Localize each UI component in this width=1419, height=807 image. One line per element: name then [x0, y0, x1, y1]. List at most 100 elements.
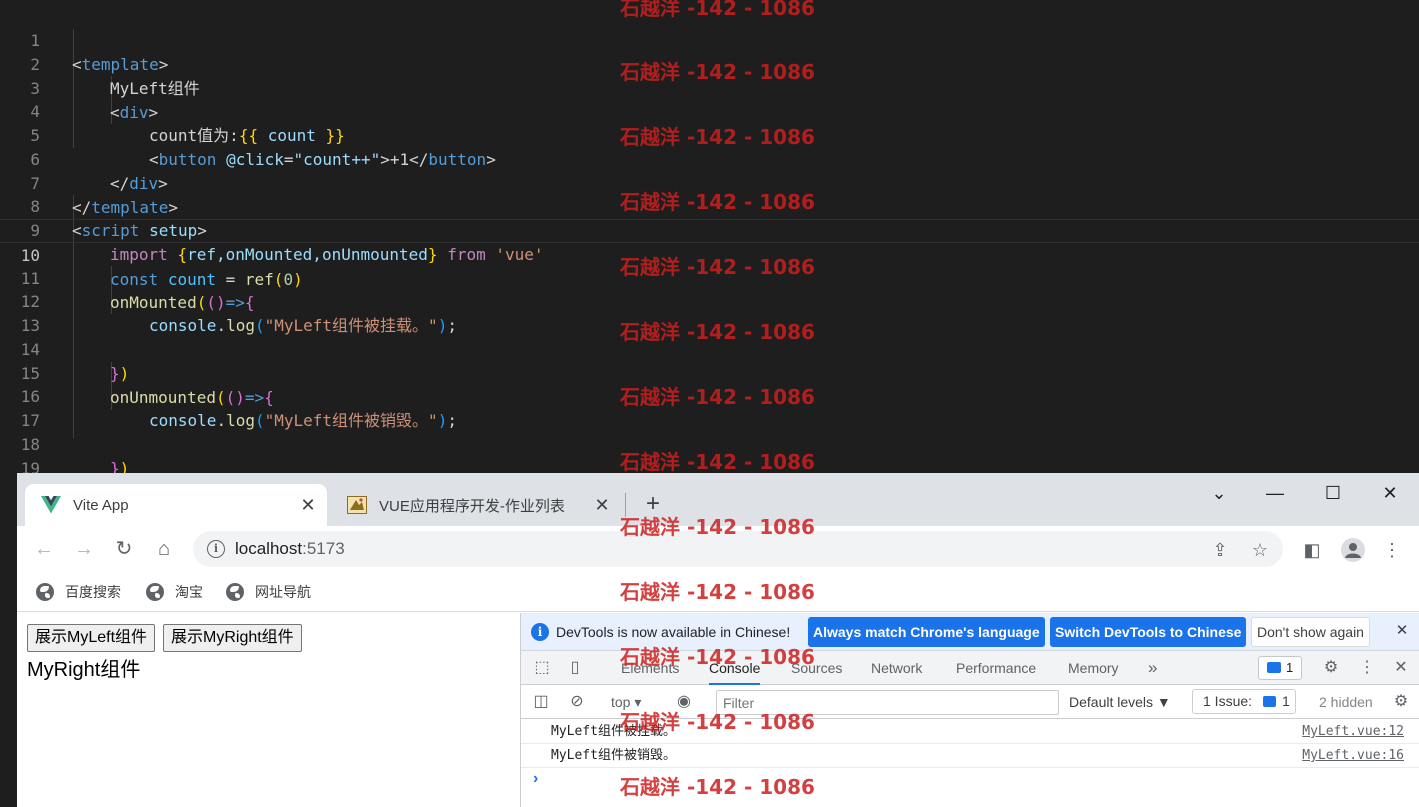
issues-button[interactable]: 1 Issue: 1: [1192, 689, 1296, 714]
profile-avatar-icon[interactable]: [1341, 538, 1365, 562]
code-line-active: 10 const count = ref(0): [0, 219, 1419, 289]
globe-icon: [226, 583, 244, 601]
clear-console-icon[interactable]: ⊘: [567, 692, 587, 712]
issues-badge[interactable]: 1: [1258, 656, 1302, 680]
code-line: 13: [0, 290, 1419, 335]
globe-icon: [146, 583, 164, 601]
console-log-row: MyLeft组件被挂载。 MyLeft.vue:12: [521, 720, 1419, 744]
log-source-link[interactable]: MyLeft.vue:12: [1302, 720, 1404, 744]
tab-vue-homework[interactable]: VUE应用程序开发-作业列表 ✕: [331, 484, 621, 526]
issue-bubble-icon: [1263, 696, 1276, 707]
vue-logo-icon: [41, 495, 61, 515]
console-log-row: MyLeft组件被销毁。 MyLeft.vue:16: [521, 744, 1419, 768]
tab-memory[interactable]: Memory: [1068, 651, 1119, 685]
code-line: 19 </script>: [0, 433, 1419, 502]
tab-network[interactable]: Network: [871, 651, 922, 685]
code-line: 12 console.log("MyLeft组件被挂载。");: [0, 266, 1419, 335]
console-settings-gear-icon[interactable]: ⚙: [1391, 692, 1411, 712]
code-line: 3 <div>: [0, 53, 1419, 122]
code-line: 6 </div>: [0, 124, 1419, 193]
devtools-panel: i DevTools is now available in Chinese! …: [520, 613, 1419, 807]
code-line: 18 }): [0, 409, 1419, 478]
close-tab-icon[interactable]: ✕: [591, 494, 613, 516]
home-icon[interactable]: ⌂: [151, 536, 177, 562]
globe-icon: [36, 583, 54, 601]
tab-strip: Vite App ✕ VUE应用程序开发-作业列表 ✕ + ⌄ — ☐ ✕: [17, 473, 1419, 526]
browser-window: Vite App ✕ VUE应用程序开发-作业列表 ✕ + ⌄ — ☐ ✕ ← …: [17, 473, 1419, 807]
context-selector[interactable]: top ▾: [611, 685, 641, 719]
code-line: 5 <button @click="count++">+1</button>: [0, 100, 1419, 169]
log-source-link[interactable]: MyLeft.vue:16: [1302, 744, 1404, 768]
code-line: 11 onMounted(()=>{: [0, 243, 1419, 312]
console-toolbar: ◫ ⊘ top ▾ ◉ Default levels ▼ 1 Issue:1 2…: [521, 685, 1419, 719]
bookmark-star-icon[interactable]: ☆: [1250, 540, 1270, 560]
close-infobar-icon[interactable]: ✕: [1392, 621, 1412, 641]
tab-console[interactable]: Console: [709, 651, 761, 685]
show-myleft-button[interactable]: 展示MyLeft组件: [27, 624, 156, 652]
address-bar[interactable]: i localhost:5173 ⇪ ☆: [193, 531, 1283, 567]
devtools-menu-icon[interactable]: ⋮: [1357, 658, 1377, 678]
code-line: 15 onUnmounted(()=>{: [0, 338, 1419, 407]
forward-arrow-icon[interactable]: →: [71, 536, 97, 562]
more-tabs-icon[interactable]: »: [1148, 651, 1157, 685]
tab-vite-app[interactable]: Vite App ✕: [25, 484, 327, 526]
code-line: 1 <template>: [0, 5, 1419, 74]
tab-elements[interactable]: Elements: [621, 651, 679, 685]
tab-separator: [625, 493, 626, 517]
url-text: localhost:5173: [235, 539, 345, 558]
code-line: 4 count值为:{{ count }}: [0, 76, 1419, 145]
minimize-button[interactable]: —: [1257, 481, 1293, 505]
back-arrow-icon[interactable]: ←: [31, 536, 57, 562]
new-tab-button[interactable]: +: [639, 490, 667, 518]
code-line: 7 </template>: [0, 148, 1419, 217]
maximize-button[interactable]: ☐: [1315, 481, 1351, 505]
hidden-messages-count: 2 hidden: [1319, 694, 1373, 710]
show-myright-button[interactable]: 展示MyRight组件: [163, 624, 302, 652]
devtools-tab-bar: ⬚ ▯ Elements Console Sources Network Per…: [521, 651, 1419, 685]
favicon-icon: [347, 495, 367, 515]
code-editor[interactable]: 1 <template> 2 MyLeft组件 3 <div> 4 count值…: [0, 0, 1419, 502]
issue-bubble-icon: [1267, 662, 1281, 673]
code-line: 17: [0, 385, 1419, 430]
bookmark-baidu[interactable]: 百度搜索: [36, 581, 121, 603]
code-line: 16 console.log("MyLeft组件被销毁。");: [0, 361, 1419, 430]
screenshot-root: 1 <template> 2 MyLeft组件 3 <div> 4 count值…: [0, 0, 1419, 807]
tab-performance[interactable]: Performance: [956, 651, 1036, 685]
browser-toolbar: ← → ↻ ⌂ i localhost:5173 ⇪ ☆ ◧ ⋮: [17, 526, 1419, 572]
code-line: 9 import {ref,onMounted,onUnmounted} fro…: [0, 195, 1419, 264]
tab-search-icon[interactable]: ⌄: [1201, 481, 1237, 505]
share-icon[interactable]: ⇪: [1210, 540, 1230, 560]
close-window-button[interactable]: ✕: [1372, 481, 1408, 505]
bookmarks-bar: 百度搜索 淘宝 网址导航: [17, 572, 1419, 612]
inspect-element-icon[interactable]: ⬚: [532, 658, 552, 678]
reload-icon[interactable]: ↻: [111, 536, 137, 562]
tab-title: Vite App: [73, 496, 129, 514]
site-info-icon[interactable]: i: [207, 540, 225, 558]
dont-show-again-button[interactable]: Don't show again: [1251, 617, 1370, 647]
infobar-message: DevTools is now available in Chinese!: [556, 624, 791, 640]
bookmark-taobao[interactable]: 淘宝: [146, 581, 203, 603]
side-panel-icon[interactable]: ◧: [1302, 540, 1322, 560]
myright-component-text: MyRight组件: [27, 659, 141, 681]
log-levels-dropdown[interactable]: Default levels ▼: [1069, 685, 1171, 719]
sidebar-toggle-icon[interactable]: ◫: [531, 692, 551, 712]
close-tab-icon[interactable]: ✕: [297, 494, 319, 516]
menu-kebab-icon[interactable]: ⋮: [1382, 540, 1402, 560]
devtools-language-infobar: i DevTools is now available in Chinese! …: [521, 613, 1419, 651]
info-icon: i: [531, 623, 549, 641]
tab-title: VUE应用程序开发-作业列表: [379, 497, 565, 515]
tab-sources[interactable]: Sources: [791, 651, 842, 685]
console-filter-input[interactable]: [716, 690, 1059, 715]
always-match-language-button[interactable]: Always match Chrome's language: [808, 617, 1045, 647]
switch-to-chinese-button[interactable]: Switch DevTools to Chinese: [1050, 617, 1247, 647]
code-line: 8 <script setup>: [0, 171, 1419, 240]
code-line: 14 }): [0, 314, 1419, 383]
close-devtools-icon[interactable]: ✕: [1391, 658, 1411, 678]
settings-gear-icon[interactable]: ⚙: [1321, 658, 1341, 678]
code-line: 2 MyLeft组件: [0, 29, 1419, 98]
live-expression-eye-icon[interactable]: ◉: [674, 692, 694, 712]
console-prompt-chevron-icon[interactable]: ›: [533, 770, 538, 788]
page-content: 展示MyLeft组件 展示MyRight组件 MyRight组件: [17, 613, 520, 807]
bookmark-nav[interactable]: 网址导航: [226, 581, 311, 603]
device-toolbar-icon[interactable]: ▯: [565, 658, 585, 678]
